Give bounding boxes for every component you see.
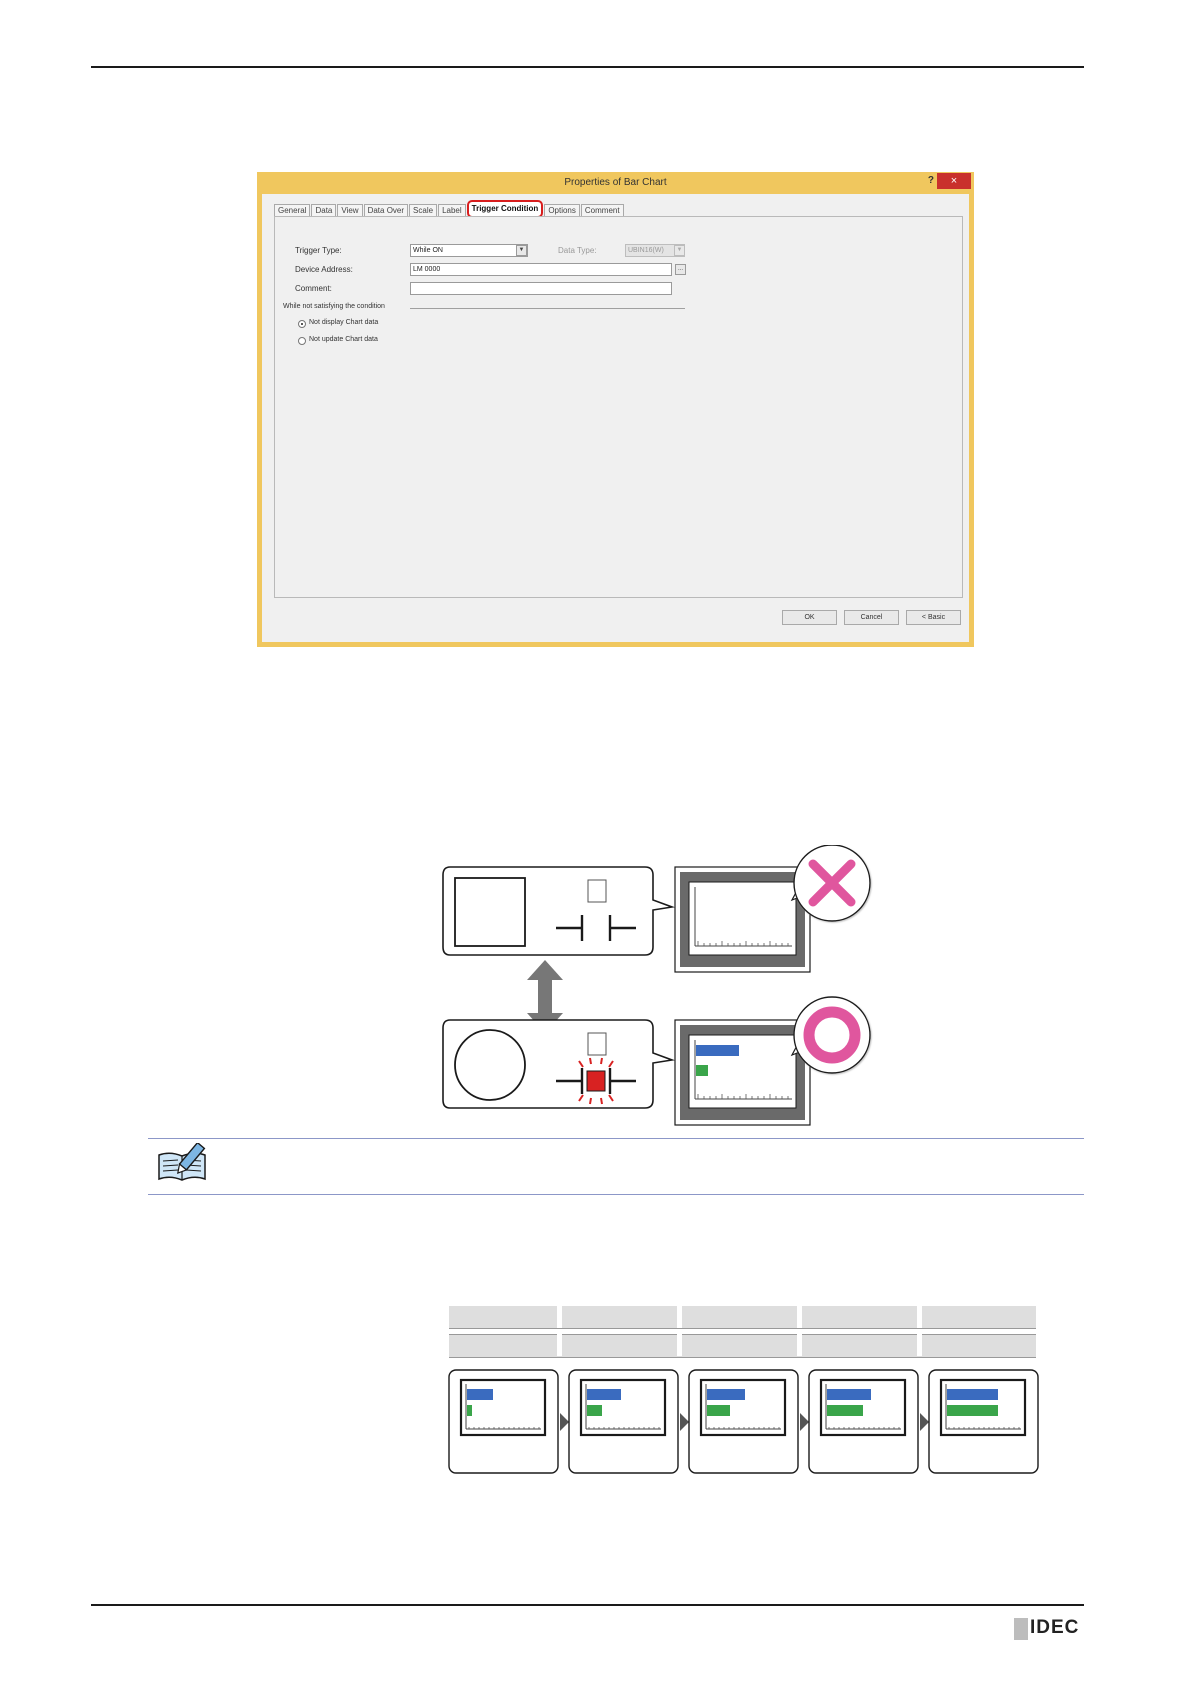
next-arrow-icon xyxy=(560,1413,569,1431)
trigger-condition-panel: Trigger Type: While ON ▼ Data Type: UBIN… xyxy=(274,216,963,598)
seq-gap xyxy=(557,1334,562,1356)
on-contact-label xyxy=(587,1032,607,1056)
ok-button[interactable]: OK xyxy=(782,610,837,625)
off-contact-label xyxy=(587,879,607,903)
sequence-header-bar-1 xyxy=(449,1306,1036,1329)
radio-not-display[interactable] xyxy=(298,320,306,328)
seq-gap xyxy=(917,1334,922,1356)
close-button[interactable]: × xyxy=(937,173,971,189)
off-state-callout xyxy=(442,866,676,956)
basic-button[interactable]: < Basic xyxy=(906,610,961,625)
chevron-down-icon: ▼ xyxy=(674,245,685,256)
seq-gap xyxy=(797,1306,802,1328)
seq-gap xyxy=(797,1334,802,1356)
logo-text: IDEC xyxy=(1030,1617,1080,1638)
sequence-frame-5 xyxy=(928,1369,1039,1474)
dialog-title: Properties of Bar Chart xyxy=(564,177,667,188)
data-type-label: Data Type: xyxy=(558,246,597,255)
bar-green xyxy=(587,1405,602,1416)
bar-green xyxy=(707,1405,730,1416)
footer-rule xyxy=(91,1604,1084,1606)
trigger-state-diagram xyxy=(442,845,871,1126)
trigger-type-label: Trigger Type: xyxy=(295,246,342,255)
sequence-frame-4 xyxy=(808,1369,919,1474)
properties-dialog: Properties of Bar Chart ? × General Data… xyxy=(257,172,974,647)
seq-gap xyxy=(677,1334,682,1356)
off-lamp-square xyxy=(454,877,526,947)
on-chart-screen xyxy=(674,1019,811,1126)
logo-mark xyxy=(1014,1618,1028,1640)
bar-green xyxy=(467,1405,472,1416)
off-chart-screen xyxy=(674,866,811,973)
next-arrow-icon xyxy=(680,1413,689,1431)
cancel-button[interactable]: Cancel xyxy=(844,610,899,625)
sequence-frame-1 xyxy=(448,1369,559,1474)
trigger-type-select[interactable]: While ON xyxy=(410,244,528,257)
bar-blue xyxy=(827,1389,871,1400)
sequence-frame-3 xyxy=(688,1369,799,1474)
sequence-header-bar-2 xyxy=(449,1334,1036,1358)
on-bar-green xyxy=(696,1065,708,1076)
note-book-icon xyxy=(158,1143,206,1181)
chevron-down-icon[interactable]: ▼ xyxy=(516,245,527,256)
radio-not-update[interactable] xyxy=(298,337,306,345)
next-arrow-icon xyxy=(920,1413,929,1431)
sequence-diagram xyxy=(448,1369,1039,1474)
chart-screen xyxy=(459,1378,547,1437)
on-lamp-circle xyxy=(454,1029,526,1101)
seq-gap xyxy=(557,1306,562,1328)
group-divider xyxy=(410,308,685,309)
bar-blue xyxy=(587,1389,621,1400)
dialog-client-area: General Data View Data Over Scale Label … xyxy=(262,194,969,642)
on-bar-blue xyxy=(696,1045,739,1056)
bar-blue xyxy=(707,1389,745,1400)
help-button[interactable]: ? xyxy=(928,175,934,186)
note-top-rule xyxy=(148,1138,1084,1139)
note-bottom-rule xyxy=(148,1194,1084,1195)
radio-not-update-label: Not update Chart data xyxy=(309,336,378,343)
bar-green xyxy=(947,1405,998,1416)
bar-blue xyxy=(947,1389,998,1400)
group-label: While not satisfying the condition xyxy=(283,303,385,310)
seq-gap xyxy=(677,1306,682,1328)
on-state-callout xyxy=(442,1019,676,1109)
next-arrow-icon xyxy=(800,1413,809,1431)
comment-input[interactable] xyxy=(410,282,672,295)
browse-button[interactable]: ... xyxy=(675,264,686,275)
radio-not-display-label: Not display Chart data xyxy=(309,319,379,326)
comment-label: Comment: xyxy=(295,284,332,293)
bar-green xyxy=(827,1405,863,1416)
seq-gap xyxy=(917,1306,922,1328)
device-address-label: Device Address: xyxy=(295,265,353,274)
bar-blue xyxy=(467,1389,493,1400)
device-address-input[interactable]: LM 0000 xyxy=(410,263,672,276)
header-rule xyxy=(91,66,1084,68)
sequence-frame-2 xyxy=(568,1369,679,1474)
